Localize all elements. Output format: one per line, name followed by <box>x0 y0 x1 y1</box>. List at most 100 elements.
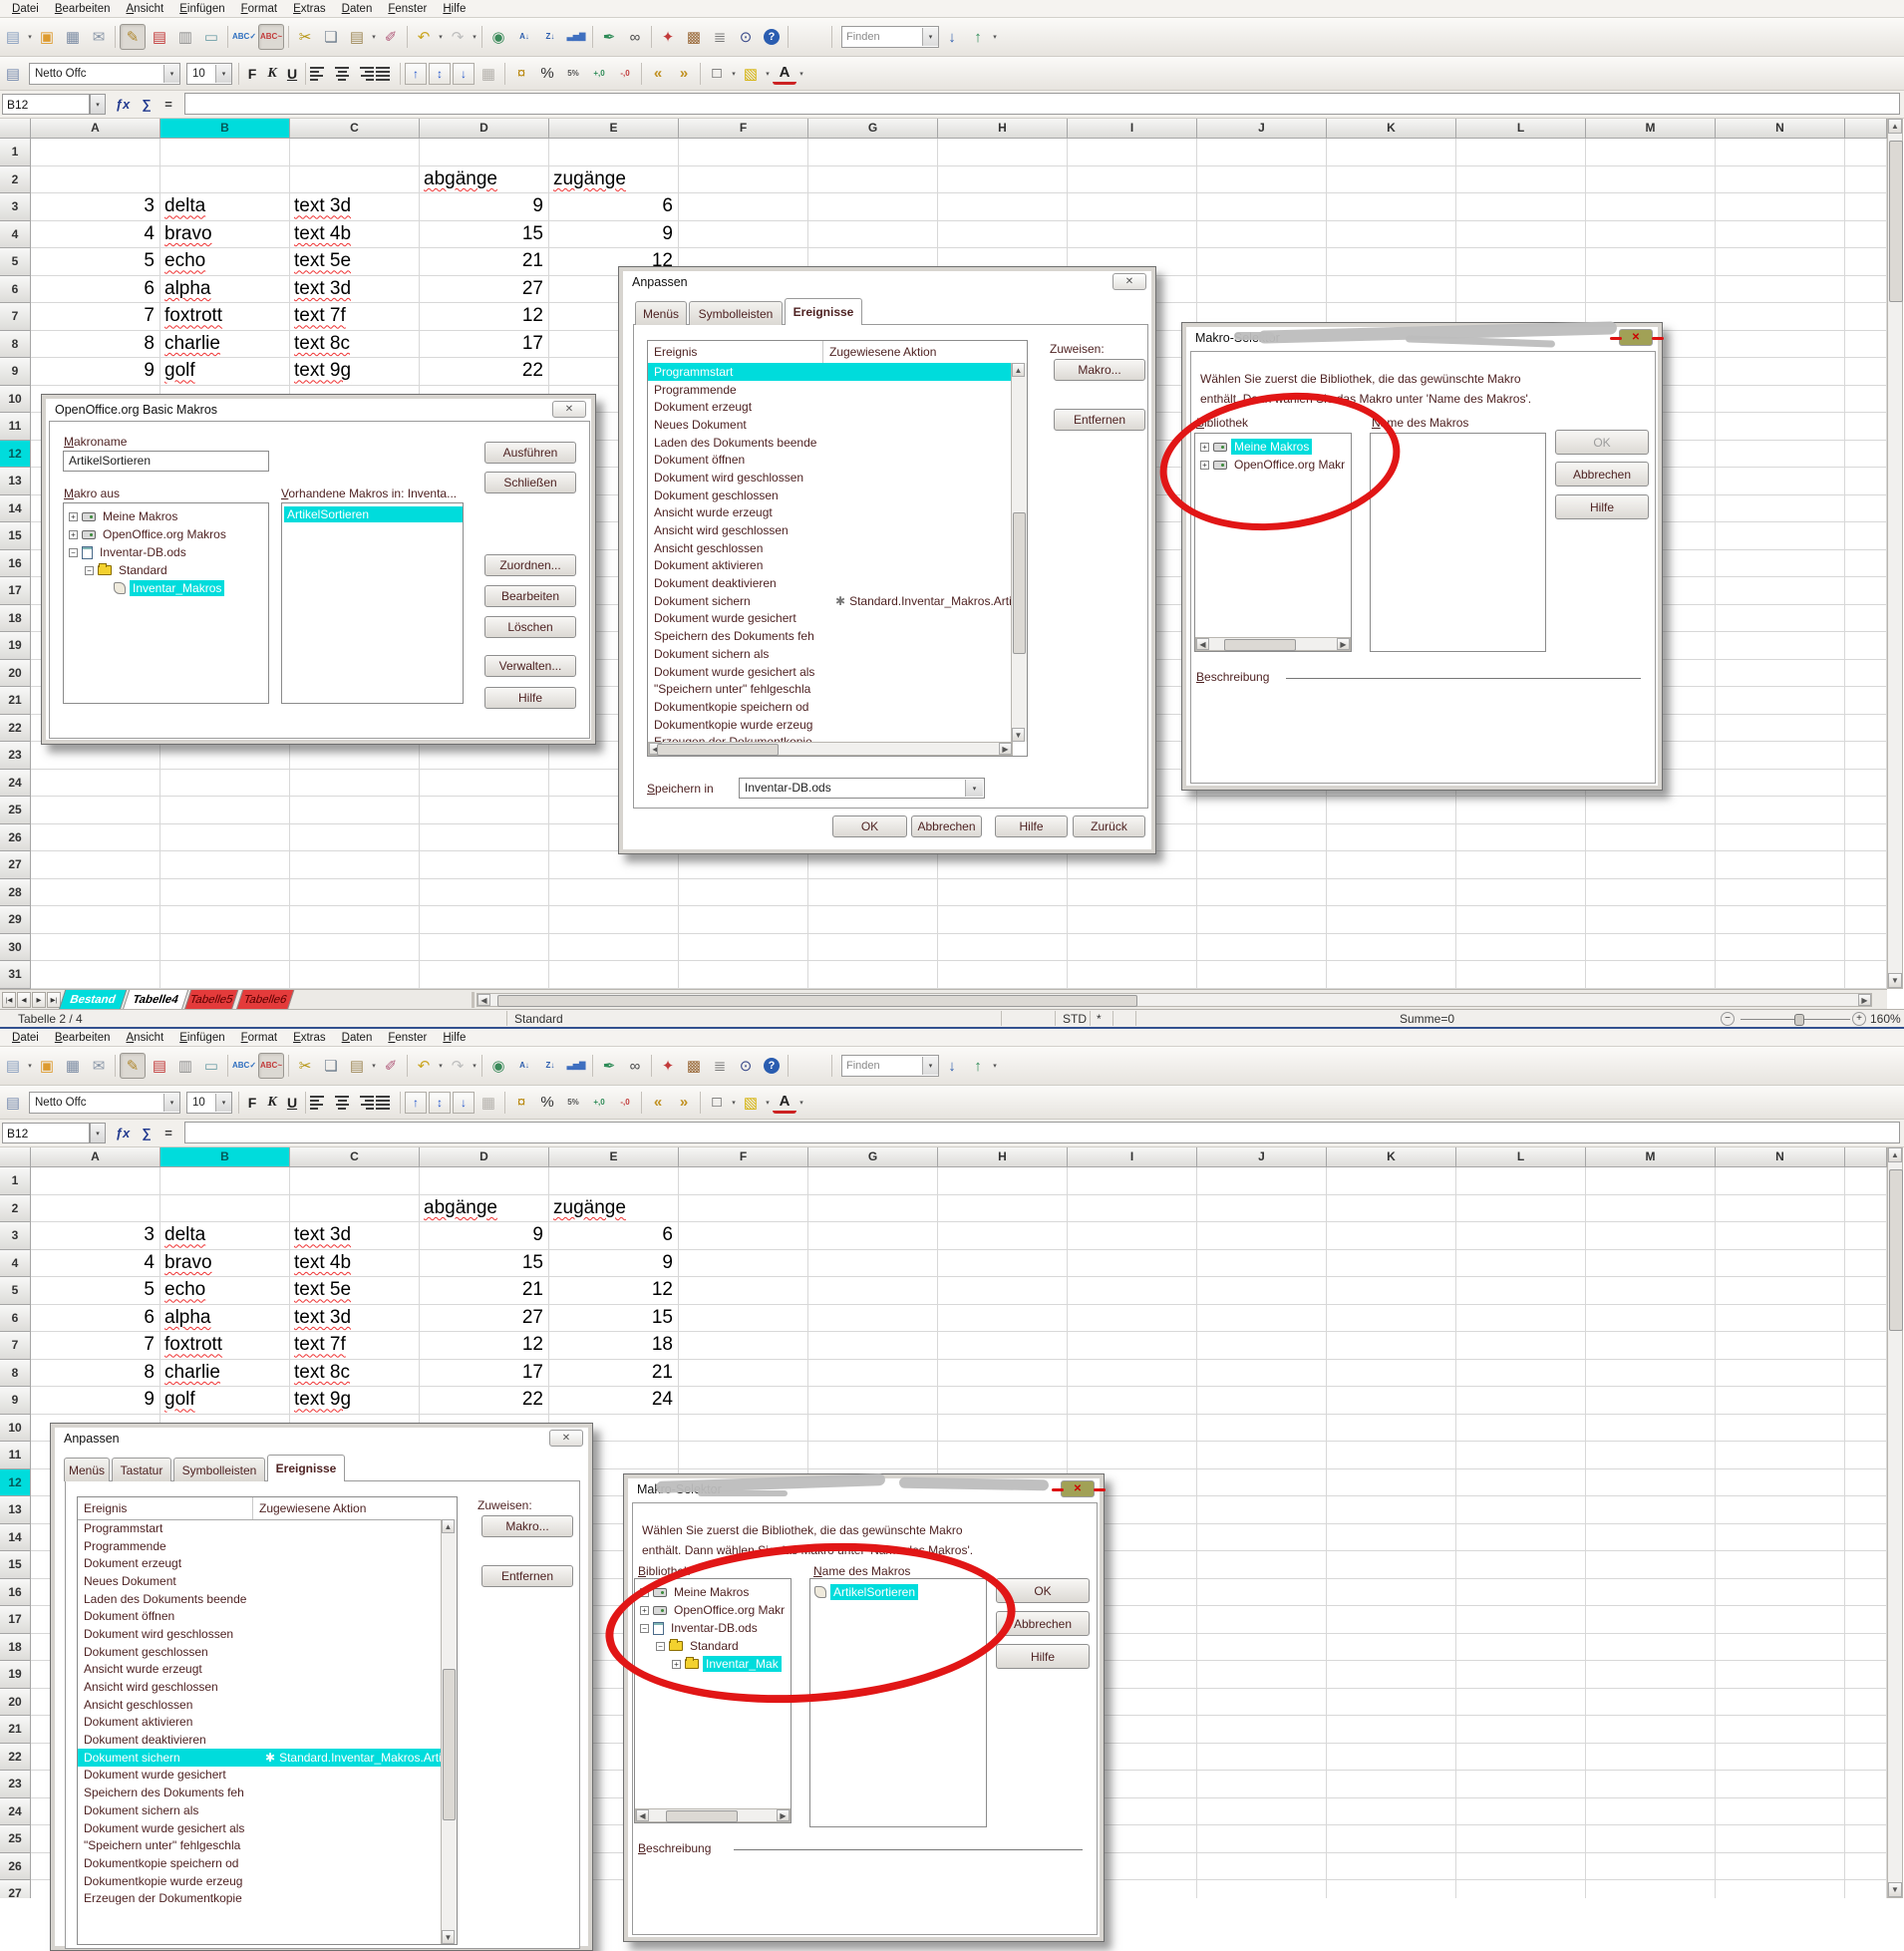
cell-N24[interactable] <box>1716 770 1845 798</box>
cell-K18[interactable] <box>1327 1634 1456 1662</box>
font-size-dropdown-icon[interactable]: ▾ <box>215 65 231 83</box>
align-bottom-button[interactable]: ↓ <box>453 1092 475 1114</box>
makro-name-list[interactable]: ArtikelSortieren <box>809 1578 987 1827</box>
cell-A31[interactable] <box>31 961 160 989</box>
cell-C3[interactable]: text 3d <box>290 1222 420 1250</box>
event-row-3[interactable]: Neues Dokument <box>648 416 1012 434</box>
cell-A29[interactable] <box>31 906 160 934</box>
cell-I3[interactable] <box>1068 193 1197 221</box>
cell-K4[interactable] <box>1327 221 1456 249</box>
expand-icon[interactable]: + <box>640 1606 649 1615</box>
cell-L1[interactable] <box>1456 139 1586 166</box>
cell-M28[interactable] <box>1586 879 1716 907</box>
cell-partial-10[interactable] <box>1845 1415 1887 1443</box>
cell-D29[interactable] <box>420 906 549 934</box>
cell-L5[interactable] <box>1456 1277 1586 1305</box>
cell-partial-21[interactable] <box>1845 687 1887 715</box>
cell-A8[interactable]: 8 <box>31 331 160 359</box>
cell-D6[interactable]: 27 <box>420 1305 549 1333</box>
collapse-icon[interactable]: − <box>85 566 94 575</box>
cell-A23[interactable] <box>31 742 160 770</box>
row-header-3[interactable]: 3 <box>0 193 31 221</box>
cell-L2[interactable] <box>1456 1195 1586 1223</box>
cell-L27[interactable] <box>1456 851 1586 879</box>
event-row-11[interactable]: Dokument aktivieren <box>648 557 1012 575</box>
cell-M4[interactable] <box>1586 1250 1716 1278</box>
cell-L22[interactable] <box>1456 1744 1586 1772</box>
cell-J20[interactable] <box>1197 1689 1327 1717</box>
equals-icon[interactable]: = <box>158 94 179 115</box>
edit-mode-button[interactable]: ✎ <box>120 24 146 50</box>
cell-N18[interactable] <box>1716 1634 1845 1662</box>
cell-A9[interactable]: 9 <box>31 358 160 386</box>
cell-L3[interactable] <box>1456 193 1586 221</box>
italic-button[interactable]: K <box>262 66 282 82</box>
find-more-dropdown[interactable]: ▾ <box>991 1054 999 1078</box>
cell-K16[interactable] <box>1327 1579 1456 1607</box>
cell-B26[interactable] <box>160 824 290 852</box>
event-list[interactable]: EreignisZugewiesene AktionProgrammstartP… <box>77 1496 458 1945</box>
row-header-18[interactable]: 18 <box>0 605 31 633</box>
align-center-vertical-button[interactable]: ↕ <box>429 1092 451 1114</box>
menu-ansicht[interactable]: Ansicht <box>119 2 172 16</box>
scroll-right-icon[interactable]: ▶ <box>1337 638 1350 650</box>
expand-icon[interactable]: + <box>69 530 78 539</box>
cell-N29[interactable] <box>1716 906 1845 934</box>
cell-J2[interactable] <box>1197 1195 1327 1223</box>
cell-J23[interactable] <box>1197 1771 1327 1798</box>
cell-A6[interactable]: 6 <box>31 276 160 304</box>
cell-J27[interactable] <box>1197 851 1327 879</box>
cell-B5[interactable]: echo <box>160 248 290 276</box>
cell-M7[interactable] <box>1586 1332 1716 1360</box>
cell-M24[interactable] <box>1586 1798 1716 1826</box>
cell-partial-1[interactable] <box>1845 139 1887 166</box>
borders-dropdown[interactable]: ▾ <box>730 1091 738 1115</box>
cell-E27[interactable] <box>549 851 679 879</box>
scroll-down-icon[interactable]: ▼ <box>1888 1882 1902 1897</box>
cell-J15[interactable] <box>1197 1551 1327 1579</box>
cell-K27[interactable] <box>1327 1880 1456 1898</box>
col-header-J[interactable]: J <box>1197 1146 1327 1167</box>
cell-N24[interactable] <box>1716 1798 1845 1826</box>
cell-G11[interactable] <box>808 1442 938 1469</box>
row-header-4[interactable]: 4 <box>0 221 31 249</box>
scroll-thumb[interactable] <box>657 744 779 756</box>
collapse-icon[interactable]: − <box>640 1624 649 1633</box>
row-header-21[interactable]: 21 <box>0 687 31 715</box>
tab-menüs[interactable]: Menüs <box>635 301 687 325</box>
cell-G28[interactable] <box>808 879 938 907</box>
cell-C27[interactable] <box>290 851 420 879</box>
cell-M21[interactable] <box>1586 1716 1716 1744</box>
cell-partial-2[interactable] <box>1845 166 1887 194</box>
cell-D8[interactable]: 17 <box>420 331 549 359</box>
cell-partial-18[interactable] <box>1845 605 1887 633</box>
sort-descending-button[interactable]: Z↓ <box>538 1054 562 1078</box>
event-row-12[interactable]: Dokument deaktivieren <box>78 1731 442 1749</box>
tab-menüs[interactable]: Menüs <box>64 1458 110 1481</box>
cell-H4[interactable] <box>938 221 1068 249</box>
cell-J5[interactable] <box>1197 248 1327 276</box>
cell-L17[interactable] <box>1456 1606 1586 1634</box>
event-row-8[interactable]: Ansicht wurde erzeugt <box>648 504 1012 522</box>
row-header-8[interactable]: 8 <box>0 1360 31 1388</box>
cell-B7[interactable]: foxtrott <box>160 1332 290 1360</box>
abbrechen-button[interactable]: Abbrechen <box>1555 462 1649 487</box>
cell-F8[interactable] <box>679 1360 808 1388</box>
scroll-down-icon[interactable]: ▼ <box>1012 728 1025 742</box>
cell-partial-8[interactable] <box>1845 331 1887 359</box>
cell-M16[interactable] <box>1586 1579 1716 1607</box>
export-pdf-button[interactable]: ▤ <box>148 25 171 49</box>
spellcheck-button[interactable]: ABC✓ <box>232 25 256 49</box>
cell-K30[interactable] <box>1327 934 1456 962</box>
cell-J1[interactable] <box>1197 139 1327 166</box>
cell-L30[interactable] <box>1456 934 1586 962</box>
event-row-7[interactable]: Dokument geschlossen <box>648 487 1012 504</box>
row-header-19[interactable]: 19 <box>0 632 31 660</box>
cell-G31[interactable] <box>808 961 938 989</box>
cell-F2[interactable] <box>679 1195 808 1223</box>
cell-C5[interactable]: text 5e <box>290 1277 420 1305</box>
save-button[interactable]: ▦ <box>61 1054 85 1078</box>
data-sources-button[interactable]: ≣ <box>708 1054 732 1078</box>
help-button[interactable]: ? <box>760 25 784 49</box>
cell-partial-23[interactable] <box>1845 742 1887 770</box>
